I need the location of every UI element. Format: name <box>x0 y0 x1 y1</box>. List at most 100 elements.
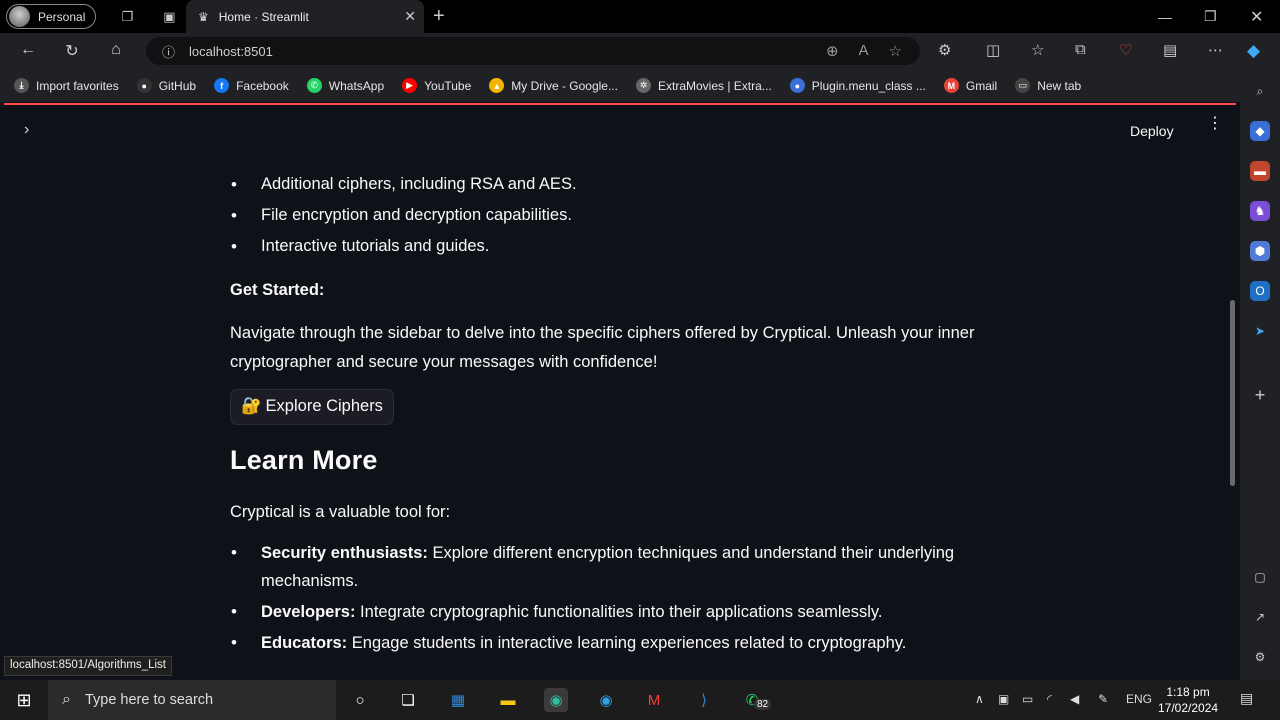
gmail-icon[interactable]: M <box>642 688 666 712</box>
bookmark-item[interactable]: ✲ ExtraMovies | Extra... <box>635 78 772 93</box>
tab-actions-icon[interactable]: ▣ <box>160 8 178 26</box>
learn-more-heading: Learn More <box>230 444 378 475</box>
store-icon[interactable]: ▦ <box>446 688 470 712</box>
bookmark-item[interactable]: M Gmail <box>943 78 997 93</box>
bookmark-item[interactable]: ▲ My Drive - Google... <box>489 78 618 93</box>
bookmark-icon: ⤓ <box>14 78 29 93</box>
bookmark-item[interactable]: ▭ New tab <box>1015 78 1081 93</box>
status-url: localhost:8501/Algorithms_List <box>4 656 172 676</box>
clock[interactable]: 1:18 pm 17/02/2024 <box>1158 684 1218 716</box>
refresh-icon[interactable]: ↻ <box>61 41 83 61</box>
bookmark-item[interactable]: ▶ YouTube <box>402 78 471 93</box>
file-explorer-icon[interactable]: ▬ <box>496 688 520 712</box>
security-icon[interactable]: ▣ <box>998 692 1009 706</box>
vscode-icon[interactable]: ⟩ <box>692 688 716 712</box>
task-view-icon[interactable]: ❏ <box>396 688 420 712</box>
bookmark-item[interactable]: f Facebook <box>214 78 289 93</box>
back-icon[interactable]: ← <box>17 41 39 59</box>
search-icon: ⌕ <box>62 691 71 708</box>
windows-start-icon[interactable]: ⊞ <box>12 688 36 712</box>
tab-home-streamlit[interactable]: ♛ Home · Streamlit ✕ <box>186 0 424 33</box>
favorites-icon[interactable]: ☆ <box>1031 41 1044 59</box>
features-list: Additional ciphers, including RSA and AE… <box>230 169 1020 262</box>
games-icon[interactable]: ♞ <box>1250 201 1270 221</box>
sidebar-toggle-icon[interactable]: ▤ <box>1163 41 1177 59</box>
date: 17/02/2024 <box>1158 701 1219 715</box>
deploy-button[interactable]: Deploy <box>1130 123 1174 139</box>
main-menu-icon[interactable]: ⋮ <box>1207 116 1223 132</box>
edge-icon[interactable]: ◉ <box>594 688 618 712</box>
tools-icon[interactable]: ▬ <box>1250 161 1270 181</box>
hide-sidebar-icon[interactable]: ▢ <box>1250 567 1270 587</box>
volume-icon[interactable]: ◀ <box>1070 692 1079 706</box>
read-aloud-icon[interactable]: A <box>859 42 869 60</box>
expand-sidebar-chevron-icon[interactable]: › <box>24 121 29 139</box>
home-icon[interactable]: ⌂ <box>105 41 127 59</box>
extensions-icon[interactable]: ⚙ <box>938 41 951 59</box>
bookmark-icon: M <box>943 78 959 93</box>
bookmark-icon: ● <box>789 78 805 93</box>
profile-label: Personal <box>38 9 86 24</box>
close-window-icon[interactable]: ✕ <box>1250 0 1263 33</box>
bookmark-icon: ✆ <box>306 78 322 93</box>
search-icon[interactable]: ⌕ <box>1250 81 1270 101</box>
taskbar-search[interactable]: ⌕ Type here to search <box>48 680 336 720</box>
bookmark-label: WhatsApp <box>328 78 385 93</box>
audience-text: Engage students in interactive learning … <box>347 634 907 652</box>
feature-item: File encryption and decryption capabilit… <box>230 200 1020 231</box>
info-icon[interactable]: ⓘ <box>162 42 175 61</box>
get-started-heading: Get Started: <box>230 281 325 299</box>
workspaces-icon[interactable]: ❐ <box>118 8 136 26</box>
outlook-icon[interactable]: O <box>1250 281 1270 301</box>
copilot-icon[interactable]: ◆ <box>1247 41 1260 61</box>
address-text: localhost:8501 <box>189 43 273 59</box>
bookmark-label: New tab <box>1037 78 1082 93</box>
address-bar[interactable]: ⓘ localhost:8501 ⊕ A ☆ <box>146 37 920 65</box>
close-tab-icon[interactable]: ✕ <box>404 8 416 25</box>
bookmark-icon: ▲ <box>489 78 505 93</box>
open-external-icon[interactable]: ↗ <box>1250 607 1270 627</box>
cortana-icon[interactable]: ○ <box>348 688 372 712</box>
audience-text: Integrate cryptographic functionalities … <box>355 603 883 621</box>
new-tab-button[interactable]: + <box>433 6 445 26</box>
office-icon[interactable]: ⬢ <box>1250 241 1270 261</box>
time: 1:18 pm <box>1166 685 1210 699</box>
performance-icon[interactable]: ♡ <box>1119 41 1132 59</box>
explore-ciphers-button[interactable]: 🔐 Explore Ciphers <box>230 388 394 425</box>
bookmark-item[interactable]: ● GitHub <box>136 78 196 93</box>
language-indicator[interactable]: ENG <box>1126 692 1152 706</box>
split-screen-icon[interactable]: ◫ <box>986 41 1000 59</box>
bookmark-icon: ● <box>136 78 152 93</box>
tray-overflow-icon[interactable]: ∧ <box>975 692 984 706</box>
telegram-icon[interactable]: ➤ <box>1250 321 1270 341</box>
edge-dev-icon[interactable]: ◉ <box>544 688 568 712</box>
bookmark-label: YouTube <box>424 78 472 93</box>
pen-icon[interactable]: ✎ <box>1098 692 1108 706</box>
whatsapp-badge: 82 <box>754 699 772 710</box>
bookmarks-bar: ⤓ Import favorites ● GitHub f Facebook ✆ WhatsA… <box>0 69 1240 102</box>
bookmark-item[interactable]: ● Plugin.menu_class ... <box>789 78 926 93</box>
more-menu-icon[interactable]: ⋯ <box>1208 41 1223 59</box>
collections-icon[interactable]: ⧉ <box>1075 41 1086 58</box>
notifications-icon[interactable]: ▤ <box>1240 690 1253 707</box>
scrollbar[interactable] <box>1230 300 1235 486</box>
bookmark-item[interactable]: ⤓ Import favorites <box>14 78 119 93</box>
avatar <box>9 6 30 27</box>
favorite-star-icon[interactable]: ☆ <box>889 42 902 60</box>
add-sidebar-app-icon[interactable]: + <box>1250 385 1270 405</box>
audiences-list: Security enthusiasts: Explore different … <box>230 539 1020 657</box>
settings-gear-icon[interactable]: ⚙ <box>1250 647 1270 667</box>
bookmark-item[interactable]: ✆ WhatsApp <box>306 78 385 93</box>
bookmark-label: Facebook <box>236 78 289 93</box>
restore-icon[interactable]: ❐ <box>1204 0 1217 33</box>
minimize-icon[interactable]: — <box>1158 0 1172 33</box>
audience-item: Security enthusiasts: Explore different … <box>230 539 1020 595</box>
edge-sidebar: ⌕ ◆ ▬ ♞ ⬢ O ➤ + ▢ ↗ ⚙ <box>1240 69 1280 680</box>
battery-icon[interactable]: ▭ <box>1022 692 1033 706</box>
profile-button[interactable]: Personal <box>6 4 97 29</box>
windows-taskbar: ⊞ ⌕ Type here to search ○ ❏ ▦ ▬ ◉ ◉ M ⟩ … <box>0 680 1280 720</box>
zoom-icon[interactable]: ⊕ <box>826 42 839 60</box>
streamlit-icon: ♛ <box>198 9 209 24</box>
shopping-icon[interactable]: ◆ <box>1250 121 1270 141</box>
wifi-icon[interactable]: ◜ <box>1047 692 1052 706</box>
